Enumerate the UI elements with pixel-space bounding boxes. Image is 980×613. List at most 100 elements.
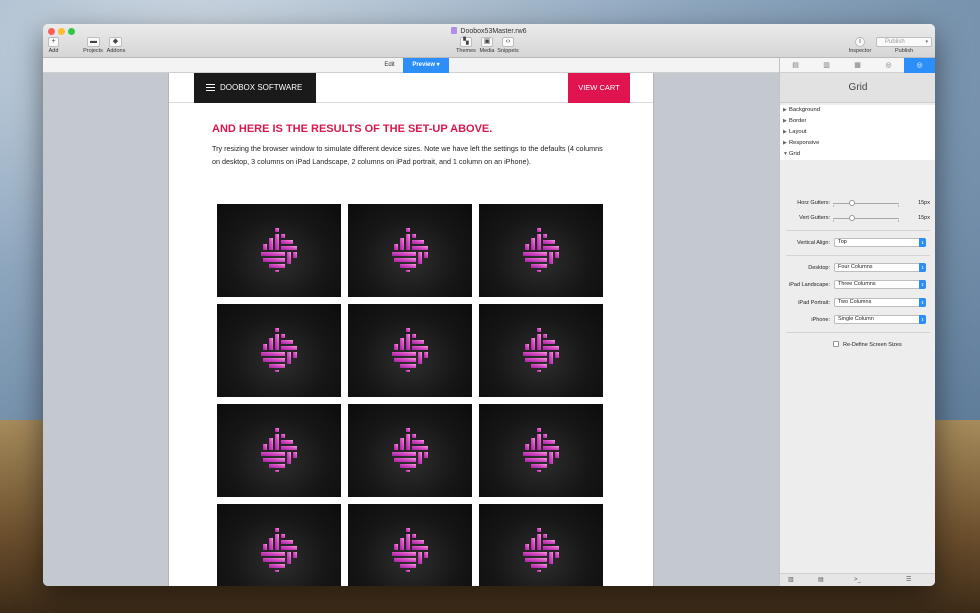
desktop-row: Desktop: Four Columns ⇕ <box>780 263 935 275</box>
select-value: Top <box>838 239 847 245</box>
publish-button[interactable]: Publish ▾ <box>876 37 932 47</box>
section-label: Border <box>789 118 807 124</box>
section-label: Grid <box>789 151 800 157</box>
page-heading: AND HERE IS THE RESULTS OF THE SET-UP AB… <box>212 123 493 135</box>
vertical-align-row: Vertical Align: Top ⇕ <box>780 238 935 250</box>
grid-image-cell <box>348 204 472 297</box>
iphone-columns-select[interactable]: Single Column ⇕ <box>834 315 926 324</box>
snippets-button[interactable]: ‹› <box>502 37 514 47</box>
tab-page-inspector[interactable]: ▤ <box>780 58 811 73</box>
horz-gutters-value: 15px <box>918 200 930 206</box>
ipad-landscape-label: iPad Landscape: <box>789 282 830 288</box>
themes-button[interactable]: ▚ <box>460 37 472 47</box>
web-page: DOOBOX SOFTWARE VIEW CART AND HERE IS TH… <box>168 73 654 586</box>
grid-image-cell <box>479 504 603 586</box>
tab-media-inspector[interactable]: ◎ <box>873 58 904 73</box>
doobox-logo-icon <box>390 226 430 272</box>
projects-button[interactable]: ▬ <box>87 37 100 47</box>
tab-preview-label: Preview <box>412 62 435 68</box>
grid-image-cell <box>217 404 341 497</box>
chevron-updown-icon: ⇕ <box>919 263 926 272</box>
slider-knob[interactable] <box>849 215 855 221</box>
ipad-portrait-label: iPad Portrait: <box>798 300 830 306</box>
puzzle-icon: ◆ <box>112 38 119 45</box>
grid-image-cell <box>217 304 341 397</box>
slider-ticks <box>833 205 899 207</box>
page-body-text: Try resizing the browser window to simul… <box>212 144 603 166</box>
ipad-portrait-columns-select[interactable]: Two Columns ⇕ <box>834 298 926 307</box>
chevron-updown-icon: ⇕ <box>919 280 926 289</box>
inspector-sections: ▶ Background ▶ Border ▶ Layout ▶ Responsive … <box>780 105 935 160</box>
brand-menu-button[interactable]: DOOBOX SOFTWARE <box>194 73 316 103</box>
doobox-logo-icon <box>259 226 299 272</box>
doobox-logo-icon <box>390 326 430 372</box>
doobox-logo-icon <box>259 326 299 372</box>
inspector-label: Inspector <box>848 48 872 54</box>
tab-preview[interactable]: Preview ▾ <box>403 58 449 73</box>
settings-icon: ◎ <box>916 62 923 69</box>
section-layout[interactable]: ▶ Layout <box>780 127 935 138</box>
vert-gutters-slider[interactable] <box>833 215 899 222</box>
desktop-columns-select[interactable]: Four Columns ⇕ <box>834 263 926 272</box>
media-button[interactable]: ▣ <box>481 37 493 47</box>
themes-icon: ▚ <box>463 38 469 45</box>
info-icon: i <box>859 38 861 45</box>
title-bar: Doobox53Master.rw6 + Add ▬ Projects ◆ Ad… <box>43 24 935 58</box>
tab-layout-inspector[interactable]: ▥ <box>811 58 842 73</box>
doobox-logo-icon <box>390 526 430 572</box>
site-navbar: DOOBOX SOFTWARE VIEW CART <box>169 73 653 103</box>
grid-image-cell <box>479 304 603 397</box>
doobox-logo-icon <box>521 526 561 572</box>
addons-button[interactable]: ◆ <box>109 37 122 47</box>
select-value: Four Columns <box>838 264 873 270</box>
chevron-down-icon: ▾ <box>436 62 440 68</box>
terminal-icon[interactable]: >_ <box>854 574 861 586</box>
section-label: Responsive <box>789 140 820 146</box>
horz-gutters-label: Horz Gutters: <box>797 200 830 206</box>
grid-image-cell <box>217 204 341 297</box>
grid-image-cell <box>479 404 603 497</box>
code-icon: ‹› <box>505 38 511 45</box>
slider-knob[interactable] <box>849 200 855 206</box>
preview-canvas[interactable]: DOOBOX SOFTWARE VIEW CART AND HERE IS TH… <box>43 73 779 586</box>
sliders-icon[interactable]: ☰ <box>906 574 911 586</box>
tab-stack-inspector[interactable]: ◎ <box>904 58 935 73</box>
section-background[interactable]: ▶ Background <box>780 105 935 116</box>
app-window: Doobox53Master.rw6 + Add ▬ Projects ◆ Ad… <box>43 24 935 586</box>
select-value: Single Column <box>838 316 874 322</box>
doobox-logo-icon <box>390 426 430 472</box>
section-responsive[interactable]: ▶ Responsive <box>780 138 935 149</box>
swirl-icon: ◎ <box>885 62 892 69</box>
chevron-updown-icon: ⇕ <box>919 298 926 307</box>
section-grid[interactable]: ▼Grid <box>780 149 935 160</box>
tab-edit[interactable]: Edit <box>376 58 403 73</box>
document-title: Doobox53Master.rw6 <box>43 27 935 35</box>
view-cart-button[interactable]: VIEW CART <box>568 73 630 103</box>
inspector-button[interactable]: i <box>855 37 865 47</box>
addons-label: Addons <box>106 48 126 54</box>
section-border[interactable]: ▶ Border <box>780 116 935 127</box>
tab-style-inspector[interactable]: ▦ <box>842 58 873 73</box>
redefine-label: Re-Define Screen Sizes <box>843 342 902 348</box>
redefine-checkbox[interactable] <box>833 341 839 347</box>
vertical-align-select[interactable]: Top ⇕ <box>834 238 926 247</box>
chevron-updown-icon: ⇕ <box>919 238 926 247</box>
grid-image-cell <box>348 404 472 497</box>
section-label: Background <box>789 107 820 113</box>
resources-icon[interactable]: ▥ <box>788 574 794 586</box>
divider <box>786 230 930 231</box>
view-mode-bar: Edit Preview ▾ <box>43 58 779 73</box>
redefine-screen-sizes-row[interactable]: Re-Define Screen Sizes <box>833 341 902 348</box>
horz-gutters-slider[interactable] <box>833 200 899 207</box>
pages-icon[interactable]: ▤ <box>818 574 824 586</box>
vert-gutters-row: Vert Gutters: 15px <box>780 213 935 225</box>
ipad-landscape-row: iPad Landscape: Three Columns ⇕ <box>780 280 935 292</box>
themes-label: Themes <box>456 48 476 54</box>
layout-icon: ▥ <box>823 62 830 69</box>
add-button[interactable]: + <box>48 37 59 47</box>
ipad-portrait-row: iPad Portrait: Two Columns ⇕ <box>780 298 935 310</box>
document-icon <box>451 27 458 34</box>
ipad-landscape-columns-select[interactable]: Three Columns ⇕ <box>834 280 926 289</box>
grid-image-cell <box>217 504 341 586</box>
chevron-updown-icon: ⇕ <box>919 315 926 324</box>
